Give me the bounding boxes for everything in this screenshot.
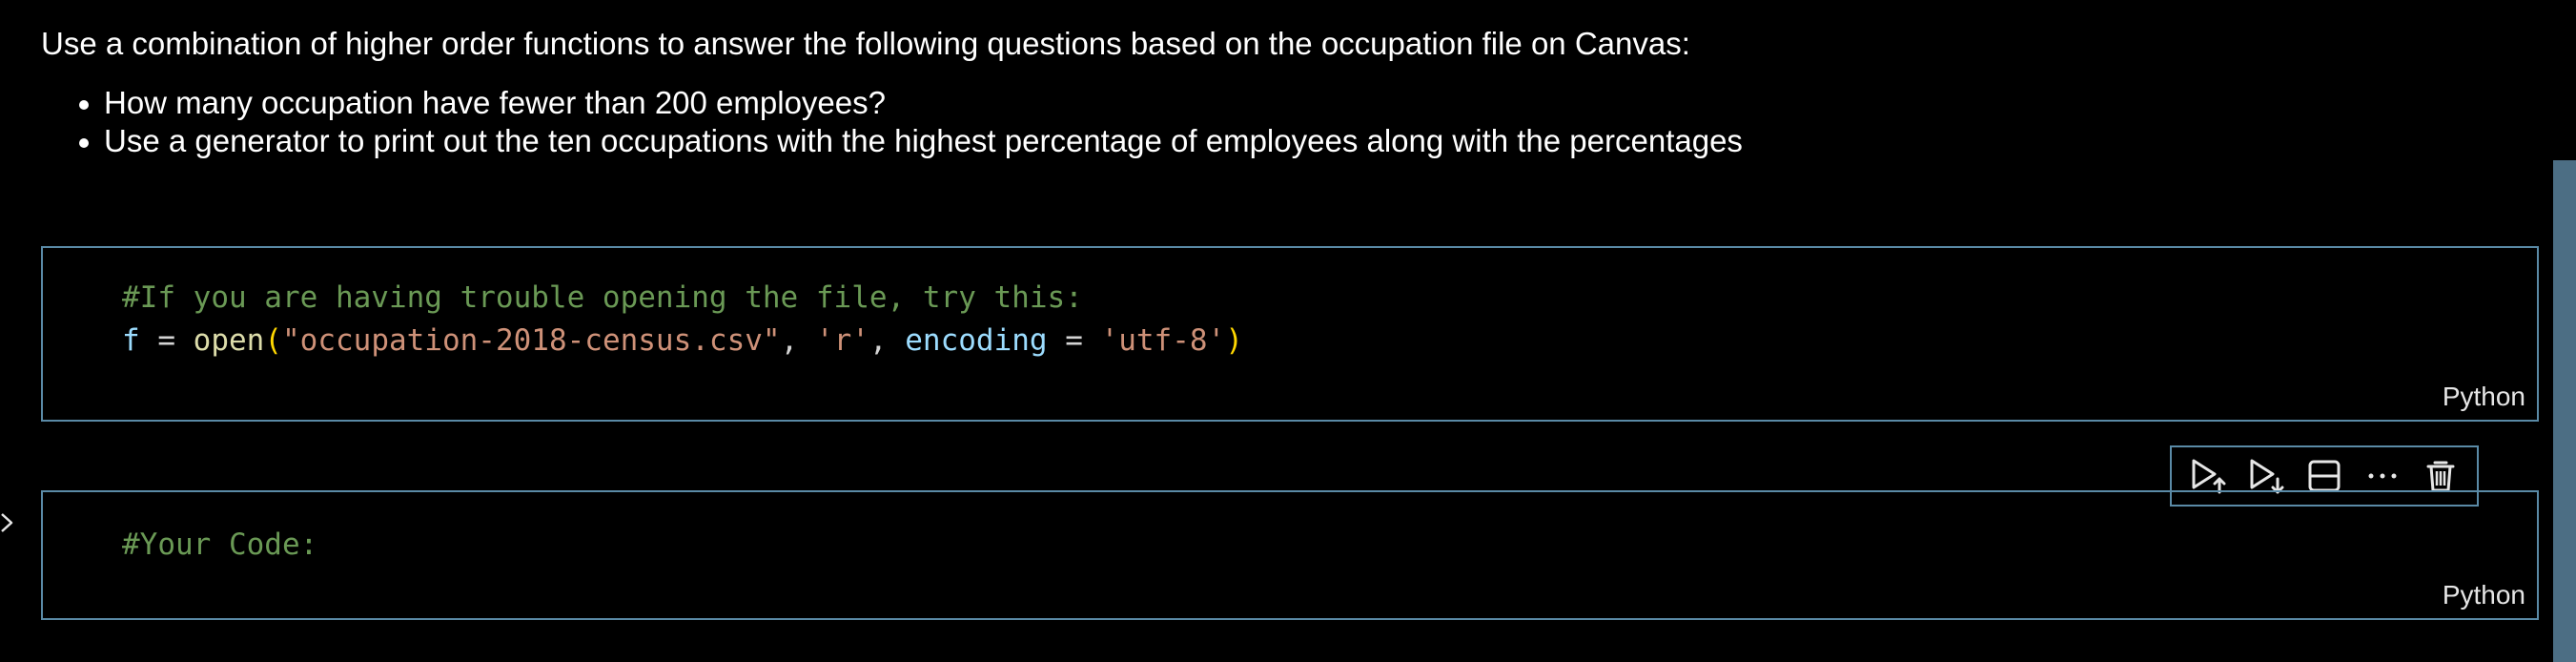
code-punctuation: , xyxy=(780,323,816,358)
code-keyword-arg: encoding xyxy=(905,323,1048,358)
code-string: 'r' xyxy=(815,323,869,358)
code-comment: #Your Code: xyxy=(122,528,318,562)
instructions-paragraph: Use a combination of higher order functi… xyxy=(41,26,1690,61)
cell-language-label[interactable]: Python xyxy=(2443,382,2525,412)
code-operator: = xyxy=(139,323,194,358)
markdown-cell: Use a combination of higher order functi… xyxy=(41,25,2519,160)
questions-list: How many occupation have fewer than 200 … xyxy=(41,84,2519,160)
code-operator: = xyxy=(1047,323,1101,358)
code-cell-2[interactable]: #Your Code: Python xyxy=(41,490,2539,620)
code-bracket: ( xyxy=(264,323,282,358)
list-item: How many occupation have fewer than 200 … xyxy=(79,84,2519,122)
code-string: 'utf-8' xyxy=(1100,323,1226,358)
chevron-right-icon[interactable] xyxy=(0,510,15,540)
code-bracket: ) xyxy=(1225,323,1243,358)
code-comment: #If you are having trouble opening the f… xyxy=(122,280,1083,315)
code-punctuation: , xyxy=(869,323,906,358)
code-variable: f xyxy=(122,323,140,358)
scrollbar-thumb[interactable] xyxy=(2553,160,2576,662)
code-editor[interactable]: #Your Code: xyxy=(122,524,317,567)
cell-language-label[interactable]: Python xyxy=(2443,580,2525,610)
list-item: Use a generator to print out the ten occ… xyxy=(79,122,2519,160)
code-editor[interactable]: #If you are having trouble opening the f… xyxy=(122,277,1243,362)
code-cell-1[interactable]: #If you are having trouble opening the f… xyxy=(41,246,2539,422)
code-function: open xyxy=(193,323,265,358)
code-string: "occupation-2018-census.csv" xyxy=(282,323,781,358)
